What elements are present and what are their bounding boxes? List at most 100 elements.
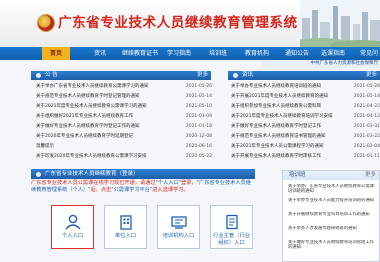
training-class-header: 培训班 更多 bbox=[283, 171, 379, 180]
news-row[interactable]: 关于组织参加专业技术人员继续教育公需科目 2021-04-22 bbox=[231, 103, 380, 111]
training-institution-entry-button[interactable]: 培训机构入口 bbox=[157, 205, 200, 249]
login-title: 广东省专业技术人员继续教育（登录） bbox=[45, 171, 139, 177]
news-text[interactable]: 关于2021年度专业技术人员继续教育培训学习安排 bbox=[231, 114, 332, 119]
training-class-title: 培训班 bbox=[289, 172, 306, 178]
training-institution-entry-label: 培训机构入口 bbox=[162, 233, 195, 239]
nav-course-guide[interactable]: 选课指南 bbox=[320, 47, 346, 60]
building-icon bbox=[119, 215, 132, 230]
notices-header: 公 告 更多 bbox=[31, 71, 211, 80]
notice-text[interactable]: 关于举办广东省专业技术人员继续教育公需课学习的通知 bbox=[36, 84, 149, 89]
news-text[interactable]: 关于做好专业技术人员继续教育学时登记工作 bbox=[231, 124, 321, 129]
notice-date: 2021-05-26 bbox=[185, 84, 212, 89]
news-list: 关于举办专业技术人员继续教育培训班的通知 2021-05-28 关于开展2021年… bbox=[231, 83, 380, 167]
tip-link-personal[interactable]: "个人入口" bbox=[156, 180, 182, 186]
notice-row[interactable]: 关于2021年度专业技术人员继续教育公需课学习的通知 2021-05-10 bbox=[36, 103, 212, 111]
news-text[interactable]: 关于规范专业技术人员继续教育证书管理的通知 bbox=[231, 134, 326, 139]
notice-text[interactable]: 关于印发2020年专业技术人员继续教育公需课学习安排 bbox=[36, 154, 146, 159]
news-text[interactable]: 关于2021年专业技术人员公需课程学习的通知 bbox=[231, 144, 323, 149]
personal-entry-label: 个人入口 bbox=[61, 233, 84, 239]
notice-text[interactable]: 关于组织做好2021年专业技术人员继续教育工作 bbox=[36, 114, 133, 119]
nav-study-guide[interactable]: 学习指南 bbox=[165, 47, 193, 60]
tip-text: 后，点击 bbox=[90, 187, 112, 193]
notice-date: 2020-05-22 bbox=[185, 154, 212, 159]
training-class-item[interactable]: 关于开展继续教育专业科目培训工作的通知 bbox=[288, 212, 377, 223]
notice-date: 2021-01-18 bbox=[185, 124, 212, 129]
notice-text[interactable]: 温馨提示 bbox=[36, 144, 54, 149]
news-date: 2021-05-28 bbox=[353, 84, 380, 89]
industry-authority-entry-label: 行业主管（行业组织）入口 bbox=[212, 233, 251, 246]
nav-institutions[interactable]: 教育机构 bbox=[243, 47, 271, 60]
news-date: 2021-05-14 bbox=[353, 94, 380, 99]
bullet-icon bbox=[36, 171, 41, 177]
notice-row[interactable]: 温馨提示 2020-06-16 bbox=[36, 143, 212, 151]
notices-list: 关于举办广东省专业技术人员继续教育公需课学习的通知 2021-05-26 关于规范… bbox=[36, 83, 212, 167]
training-class-item[interactable]: 关于做好专业技术人员继续教育培训管理工作的通知 bbox=[288, 240, 377, 251]
emblem-icon bbox=[38, 15, 54, 31]
news-row[interactable]: 关于做好专业技术人员继续教育学时登记工作 2021-03-31 bbox=[231, 123, 380, 131]
industry-authority-entry-button[interactable]: 行业主管（行业组织）入口 bbox=[210, 205, 253, 249]
notice-text[interactable]: 关于2020年专业技术人员继续教育学时延期登记 bbox=[36, 134, 133, 139]
notice-date: 2021-05-14 bbox=[185, 94, 212, 99]
news-date: 2021-04-22 bbox=[353, 104, 380, 109]
nav-home[interactable]: 首页 bbox=[42, 47, 70, 60]
nav-announcements[interactable]: 通知公告 bbox=[284, 47, 310, 60]
notice-text[interactable]: 关于做好专业技术人员继续教育学时登记工作的通知 bbox=[36, 124, 140, 129]
news-row[interactable]: 关于2021年专业技术人员公需课程学习的通知 2021-02-04 bbox=[231, 143, 380, 151]
nav-news[interactable]: 资讯 bbox=[88, 47, 112, 60]
news-text[interactable]: 关于开展专业技术人员继续教育学时审核工作 bbox=[231, 154, 321, 159]
notice-date: 2021-05-10 bbox=[185, 104, 212, 109]
training-class-box: 培训班 更多 关于举办广东省专业技术人员继续教育公需课培训班的通知 关于举办专业… bbox=[282, 170, 380, 262]
news-date: 2021-02-04 bbox=[353, 144, 380, 149]
notices-title: 公 告 bbox=[45, 72, 58, 78]
notice-date: 2020-12-08 bbox=[185, 134, 212, 139]
nav-faq[interactable]: 常见问 bbox=[358, 47, 380, 60]
bullet-icon bbox=[233, 73, 238, 78]
nav-training-class[interactable]: 培训班 bbox=[206, 47, 230, 60]
notice-row[interactable]: 关于举办广东省专业技术人员继续教育公需课学习的通知 2021-05-26 bbox=[36, 83, 212, 91]
news-text[interactable]: 关于举办专业技术人员继续教育培训班的通知 bbox=[231, 84, 321, 89]
site-header: 广东省专业技术人员继续教育管理系统 bbox=[0, 0, 380, 47]
news-date: 2021-01-11 bbox=[353, 154, 380, 159]
news-date: 2021-03-22 bbox=[353, 134, 380, 139]
news-row[interactable]: 关于举办专业技术人员继续教育培训班的通知 2021-05-28 bbox=[231, 83, 380, 91]
news-title: 资讯 bbox=[242, 72, 254, 78]
news-row[interactable]: 关于开展专业技术人员继续教育学时审核工作 2021-01-11 bbox=[231, 153, 380, 161]
training-class-item[interactable]: 关于举办专业技术人员能力提升培训班的通知 bbox=[288, 198, 377, 209]
news-more-link[interactable]: 更多 bbox=[366, 71, 377, 80]
login-tip: 广东省专业技术人员公需课在线学习现已开通，请通过"个人入口"登录，"广东省专业技… bbox=[31, 180, 255, 202]
news-row[interactable]: 关于2021年度专业技术人员继续教育培训学习安排 2021-04-12 bbox=[231, 113, 380, 121]
institution-icon bbox=[170, 216, 187, 229]
tip-text: 进入选课学习。 bbox=[152, 187, 189, 193]
training-class-more-link[interactable]: 更多 bbox=[365, 171, 376, 180]
news-text[interactable]: 关于组织参加专业技术人员继续教育公需科目 bbox=[231, 104, 321, 109]
notice-row[interactable]: 关于规范专业技术人员继续教育学时登记管理的通知 2021-05-14 bbox=[36, 93, 212, 101]
login-header: 广东省专业技术人员继续教育（登录） bbox=[31, 169, 255, 179]
personal-entry-button[interactable]: 个人入口 bbox=[51, 205, 94, 249]
unit-entry-label: 单位入口 bbox=[114, 233, 137, 239]
nav-certificate[interactable]: 继续教育证书 bbox=[118, 47, 162, 60]
unit-entry-button[interactable]: 单位入口 bbox=[104, 205, 147, 249]
department-banner: 中共广东省人力资源和社会保障厅 bbox=[262, 60, 380, 68]
news-date: 2021-04-12 bbox=[353, 114, 380, 119]
news-row[interactable]: 关于规范专业技术人员继续教育证书管理的通知 2021-03-22 bbox=[231, 133, 380, 141]
notice-row[interactable]: 关于印发2020年专业技术人员继续教育公需课学习安排 2020-05-22 bbox=[36, 153, 212, 161]
tip-text: 登录， bbox=[181, 180, 197, 186]
bullet-icon bbox=[36, 73, 41, 78]
news-date: 2021-03-31 bbox=[353, 124, 380, 129]
tip-link-course-platform[interactable]: "公需课学习平台" bbox=[111, 187, 152, 193]
notice-row[interactable]: 关于做好专业技术人员继续教育学时登记工作的通知 2021-01-18 bbox=[36, 123, 212, 131]
notice-text[interactable]: 关于规范专业技术人员继续教育学时登记管理的通知 bbox=[36, 94, 140, 99]
notices-more-link[interactable]: 更多 bbox=[197, 71, 208, 80]
notice-date: 2021-03-09 bbox=[185, 114, 212, 119]
news-row[interactable]: 关于开展2021年度专业技术人员继续教育的通知 2021-05-14 bbox=[231, 93, 380, 101]
notice-text[interactable]: 关于2021年度专业技术人员继续教育公需课学习的通知 bbox=[36, 104, 146, 109]
news-text[interactable]: 关于开展2021年度专业技术人员继续教育的通知 bbox=[231, 94, 328, 99]
notice-row[interactable]: 关于2020年专业技术人员继续教育学时延期登记 2020-12-08 bbox=[36, 133, 212, 141]
training-class-item[interactable]: 关于举办人才发展专题研修班的通知 bbox=[288, 226, 377, 237]
tip-text: 广东省专业技术人员公需课在线学习现已开通，请通过 bbox=[31, 180, 156, 186]
skyline-banner-image bbox=[300, 0, 380, 47]
training-class-item[interactable]: 关于举办广东省专业技术人员继续教育公需课培训班的通知 bbox=[288, 184, 377, 195]
login-entry-buttons: 个人入口 单位入口 培训机构入口 行业主管（行业组织）入口 bbox=[31, 205, 255, 257]
site-title: 广东省专业技术人员继续教育管理系统 bbox=[58, 15, 298, 31]
notice-row[interactable]: 关于组织做好2021年专业技术人员继续教育工作 2021-03-09 bbox=[36, 113, 212, 121]
